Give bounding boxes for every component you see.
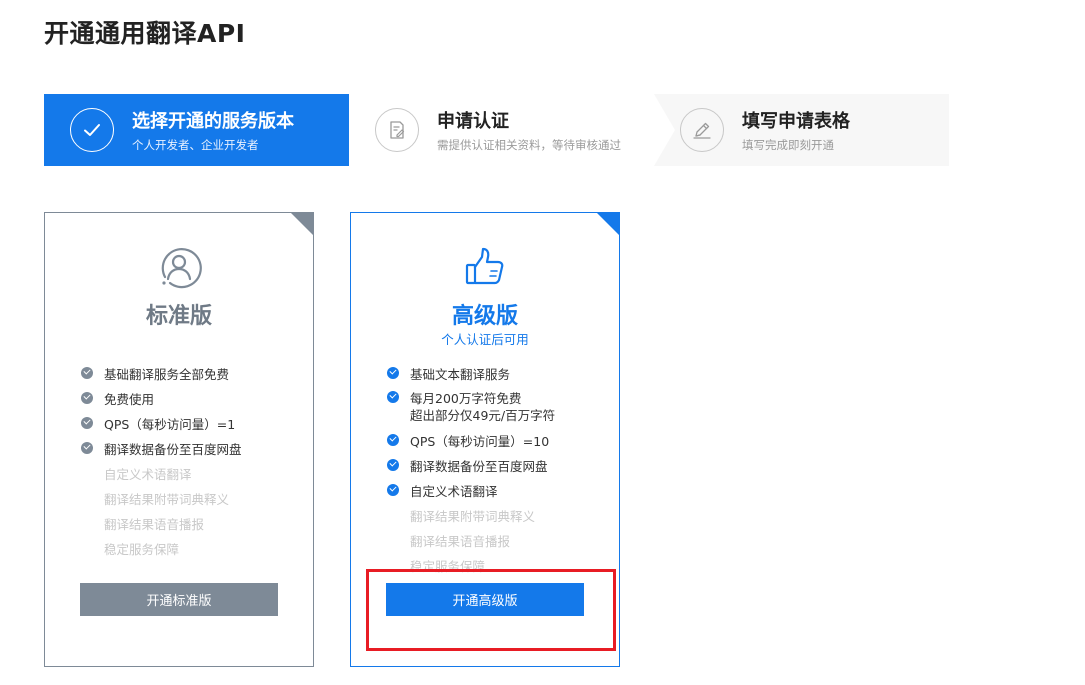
thumbs-up-icon	[461, 243, 509, 291]
feature-item: 基础文本翻译服务	[387, 361, 555, 386]
card-corner	[596, 212, 620, 236]
plan-name: 高级版	[451, 304, 518, 329]
step-fill-form: 填写申请表格 填写完成即刻开通	[654, 94, 949, 166]
step-notch	[654, 94, 675, 166]
feature-list: 基础翻译服务全部免费 免费使用 QPS（每秒访问量）=1 翻译数据备份至百度网盘…	[81, 361, 242, 561]
card-corner	[290, 212, 314, 236]
open-standard-button[interactable]: 开通标准版	[80, 583, 278, 616]
feature-line: 每月200万字符免费	[410, 391, 522, 406]
highlight-box	[366, 569, 616, 651]
plan-note: 个人认证后可用	[441, 332, 529, 347]
feature-item: 翻译数据备份至百度网盘	[81, 436, 242, 461]
feature-item: 自定义术语翻译	[387, 478, 555, 503]
feature-item-disabled: 翻译结果附带词典释义	[410, 509, 536, 524]
step-subtitle: 需提供认证相关资料，等待审核通过	[437, 138, 621, 152]
feature-item-disabled: 自定义术语翻译	[104, 467, 192, 482]
feature-item-disabled: 翻译结果语音播报	[410, 534, 511, 549]
check-circle-icon	[81, 367, 93, 379]
feature-item: QPS（每秒访问量）=1	[81, 411, 242, 436]
feature-item: 免费使用	[81, 386, 242, 411]
feature-item: QPS（每秒访问量）=10	[387, 428, 555, 453]
progress-steps: 选择开通的服务版本 个人开发者、企业开发者 申请认证 需提供认证相关资料，等待审…	[44, 94, 949, 166]
step-apply-verification: 申请认证 需提供认证相关资料，等待审核通过	[349, 94, 649, 166]
standard-plan-card: 标准版 基础翻译服务全部免费 免费使用 QPS（每秒访问量）=1 翻译数据备份至…	[44, 212, 314, 667]
check-circle-icon	[387, 459, 399, 471]
step-subtitle: 填写完成即刻开通	[742, 138, 834, 152]
step-select-version: 选择开通的服务版本 个人开发者、企业开发者	[44, 94, 372, 166]
step-subtitle: 个人开发者、企业开发者	[132, 138, 259, 152]
check-circle-icon	[81, 417, 93, 429]
check-circle-icon	[387, 391, 399, 403]
page-title: 开通通用翻译API	[44, 19, 246, 48]
step-title: 选择开通的服务版本	[132, 111, 294, 132]
feature-item-disabled: 翻译结果附带词典释义	[104, 492, 230, 507]
pencil-icon	[680, 108, 724, 152]
feature-item-disabled: 翻译结果语音播报	[104, 517, 205, 532]
feature-list: 基础文本翻译服务 每月200万字符免费超出部分仅49元/百万字符 QPS（每秒访…	[387, 361, 555, 578]
check-circle-icon	[387, 367, 399, 379]
check-circle-icon	[81, 392, 93, 404]
plan-name: 标准版	[145, 304, 212, 329]
feature-line: 超出部分仅49元/百万字符	[410, 408, 556, 423]
document-edit-icon	[375, 108, 419, 152]
feature-item: 翻译数据备份至百度网盘	[387, 453, 555, 478]
feature-item: 每月200万字符免费超出部分仅49元/百万字符	[387, 386, 555, 428]
check-circle-icon	[387, 434, 399, 446]
step-title: 填写申请表格	[742, 111, 850, 132]
check-icon	[70, 108, 114, 152]
check-circle-icon	[81, 442, 93, 454]
feature-item: 基础翻译服务全部免费	[81, 361, 242, 386]
user-icon	[155, 243, 203, 291]
check-circle-icon	[387, 484, 399, 496]
step-title: 申请认证	[437, 111, 509, 132]
feature-item-disabled: 稳定服务保障	[104, 542, 180, 557]
